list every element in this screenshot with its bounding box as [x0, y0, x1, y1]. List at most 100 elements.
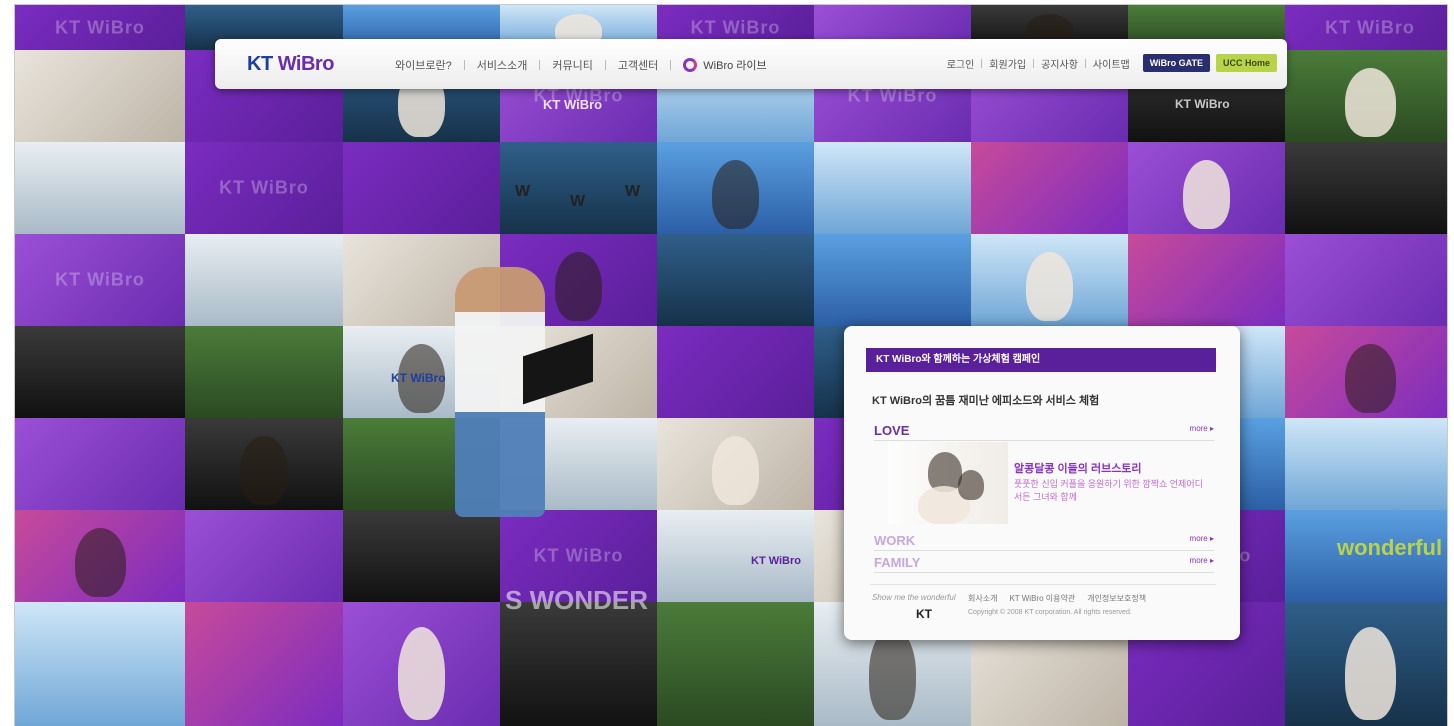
- logo-kt: KT: [247, 53, 273, 75]
- mosaic-photo-tile: KT WiBro: [1285, 5, 1447, 50]
- mosaic-photo-tile: [971, 142, 1128, 234]
- mosaic-photo-tile: [343, 510, 500, 602]
- mosaic-ghost-logo: KT WiBro: [55, 269, 145, 290]
- category-family[interactable]: FAMILY more ▸: [874, 554, 1214, 573]
- mosaic-photo-tile: [185, 602, 343, 726]
- footer-kt-logo: KT: [916, 607, 932, 621]
- footer-links: 회사소개 KT WiBro 이용약관 개인정보보호정책: [962, 593, 1152, 604]
- mosaic-photo-tile: [185, 418, 343, 510]
- mosaic-brand-text: KT WiBro: [391, 371, 446, 385]
- wibro-live-link[interactable]: WiBro 라이브: [683, 57, 767, 73]
- mosaic-photo-tile: [657, 142, 814, 234]
- mosaic-photo-tile: [814, 142, 971, 234]
- mosaic-brand-text: KT WiBro: [543, 97, 603, 112]
- mosaic-photo-tile: [343, 142, 500, 234]
- mosaic-ghost-logo: KT WiBro: [533, 545, 624, 566]
- mosaic-ghost-logo: KT WiBro: [690, 17, 781, 37]
- mosaic-photo-tile: [15, 326, 185, 418]
- wibro-live-label: WiBro 라이브: [703, 60, 767, 72]
- logo-wibro: WiBro: [277, 53, 335, 75]
- main-menu: 와이브로란? 서비스소개 커뮤니티 고객센터 WiBro 라이브: [383, 57, 767, 73]
- mosaic-photo-tile: [500, 602, 657, 726]
- mosaic-photo-tile: [1285, 418, 1447, 510]
- mosaic-ghost-logo: KT WiBro: [1325, 17, 1415, 37]
- login-link[interactable]: 로그인: [940, 56, 982, 71]
- story-thumbnail[interactable]: [888, 442, 1008, 524]
- footer-link-privacy[interactable]: 개인정보보호정책: [1081, 593, 1152, 604]
- top-nav-bar: KT WiBro 와이브로란? 서비스소개 커뮤니티 고객센터 WiBro 라이…: [215, 39, 1287, 89]
- ucc-home-button[interactable]: UCC Home: [1215, 54, 1277, 72]
- page-frame: KT WiBro KT WiBro KT WiBro KT WiBro KT WiBro…: [14, 4, 1448, 726]
- category-work[interactable]: WORK more ▸: [874, 532, 1214, 551]
- mosaic-person-figure: [397, 626, 446, 720]
- mosaic-person-figure: [1025, 252, 1074, 322]
- mosaic-photo-tile: [15, 602, 185, 726]
- mosaic-photo-tile: [1285, 326, 1447, 418]
- footer-slogan: Show me the wonderful: [872, 593, 956, 602]
- menu-item-community[interactable]: 커뮤니티: [540, 57, 604, 73]
- mosaic-person-figure: [554, 252, 603, 322]
- category-family-more[interactable]: more ▸: [1190, 556, 1214, 565]
- mosaic-photo-tile: [971, 234, 1128, 326]
- campaign-panel: KT WiBro와 함께하는 가상체험 캠페인 KT WiBro의 꿈틈 재미난…: [844, 326, 1240, 640]
- mosaic-photo-tile: [185, 326, 343, 418]
- category-family-label: FAMILY: [874, 555, 921, 570]
- mosaic-ghost-logo: KT WiBro: [219, 177, 309, 198]
- mosaic-photo-tile: [1128, 142, 1285, 234]
- mosaic-wonderful-text: wonderful: [1337, 535, 1443, 560]
- sitemap-link[interactable]: 사이트맵: [1086, 56, 1137, 71]
- mosaic-person-figure: [1182, 160, 1231, 230]
- category-love-more[interactable]: more ▸: [1190, 424, 1214, 433]
- category-work-label: WORK: [874, 533, 916, 548]
- notice-link[interactable]: 공지사항: [1034, 56, 1085, 71]
- footer-link-terms[interactable]: KT WiBro 이용약관: [1003, 593, 1081, 604]
- mosaic-photo-tile: KT WiBro: [15, 234, 185, 326]
- mosaic-photo-tile: [1285, 142, 1447, 234]
- category-work-more[interactable]: more ▸: [1190, 534, 1214, 543]
- story-title[interactable]: 알콩달콩 이들의 러브스토리: [1014, 460, 1142, 476]
- story-person-2: [958, 470, 984, 500]
- mosaic-brand-text: KT WiBro: [1175, 97, 1230, 111]
- panel-title: KT WiBro와 함께하는 가상체험 캠페인: [866, 348, 1216, 372]
- mosaic-photo-tile: KT WiBro: [15, 5, 185, 50]
- menu-item-service[interactable]: 서비스소개: [465, 57, 540, 73]
- mosaic-ghost-logo: KT WiBro: [55, 17, 145, 37]
- mosaic-person-figure: [74, 528, 126, 598]
- mosaic-photo-tile: KT WiBro: [185, 142, 343, 234]
- mosaic-photo-tile: [657, 234, 814, 326]
- mosaic-photo-tile: [657, 602, 814, 726]
- mosaic-photo-tile: [185, 234, 343, 326]
- signup-link[interactable]: 회원가입: [982, 56, 1033, 71]
- menu-divider: [670, 60, 672, 70]
- footer-link-company[interactable]: 회사소개: [962, 593, 1003, 604]
- wibro-live-icon: [683, 58, 698, 72]
- mosaic-photo-tile: [15, 510, 185, 602]
- mosaic-photo-tile: [343, 602, 500, 726]
- mosaic-wonder-text: S WONDER: [505, 585, 648, 615]
- mosaic-photo-tile: [15, 142, 185, 234]
- mosaic-photo-tile: [657, 418, 814, 510]
- story-text: 풋풋한 신입 커플을 응원하기 위한 깜짝쇼 언제어디서든 그녀와 함께: [1014, 479, 1203, 502]
- menu-item-support[interactable]: 고객센터: [606, 57, 670, 73]
- mosaic-photo-tile: [1285, 602, 1447, 726]
- mosaic-jersey-letter: W: [570, 193, 586, 210]
- category-love-label: LOVE: [874, 423, 910, 438]
- mosaic-photo-tile: [1285, 50, 1447, 142]
- mosaic-photo-tile: [185, 510, 343, 602]
- mosaic-person-figure: [240, 436, 288, 506]
- category-love[interactable]: LOVE more ▸: [874, 422, 1214, 441]
- mosaic-photo-tile: [15, 418, 185, 510]
- menu-item-about[interactable]: 와이브로란?: [383, 57, 464, 73]
- wibro-gate-button[interactable]: WiBro GATE: [1142, 54, 1210, 72]
- kt-wibro-logo[interactable]: KT WiBro: [247, 53, 334, 76]
- mosaic-jersey-letter: W: [625, 183, 641, 200]
- mosaic-person-figure: [868, 626, 917, 720]
- mosaic-person-figure: [1344, 626, 1396, 720]
- mosaic-photo-tile: [814, 234, 971, 326]
- mosaic-person-figure: [1344, 68, 1396, 138]
- mosaic-person-figure: [1344, 344, 1396, 414]
- mosaic-photo-tile: [657, 326, 814, 418]
- mosaic-person-figure: [711, 160, 760, 230]
- mosaic-photo-tile: [1285, 234, 1447, 326]
- mosaic-photo-tile: [1128, 234, 1285, 326]
